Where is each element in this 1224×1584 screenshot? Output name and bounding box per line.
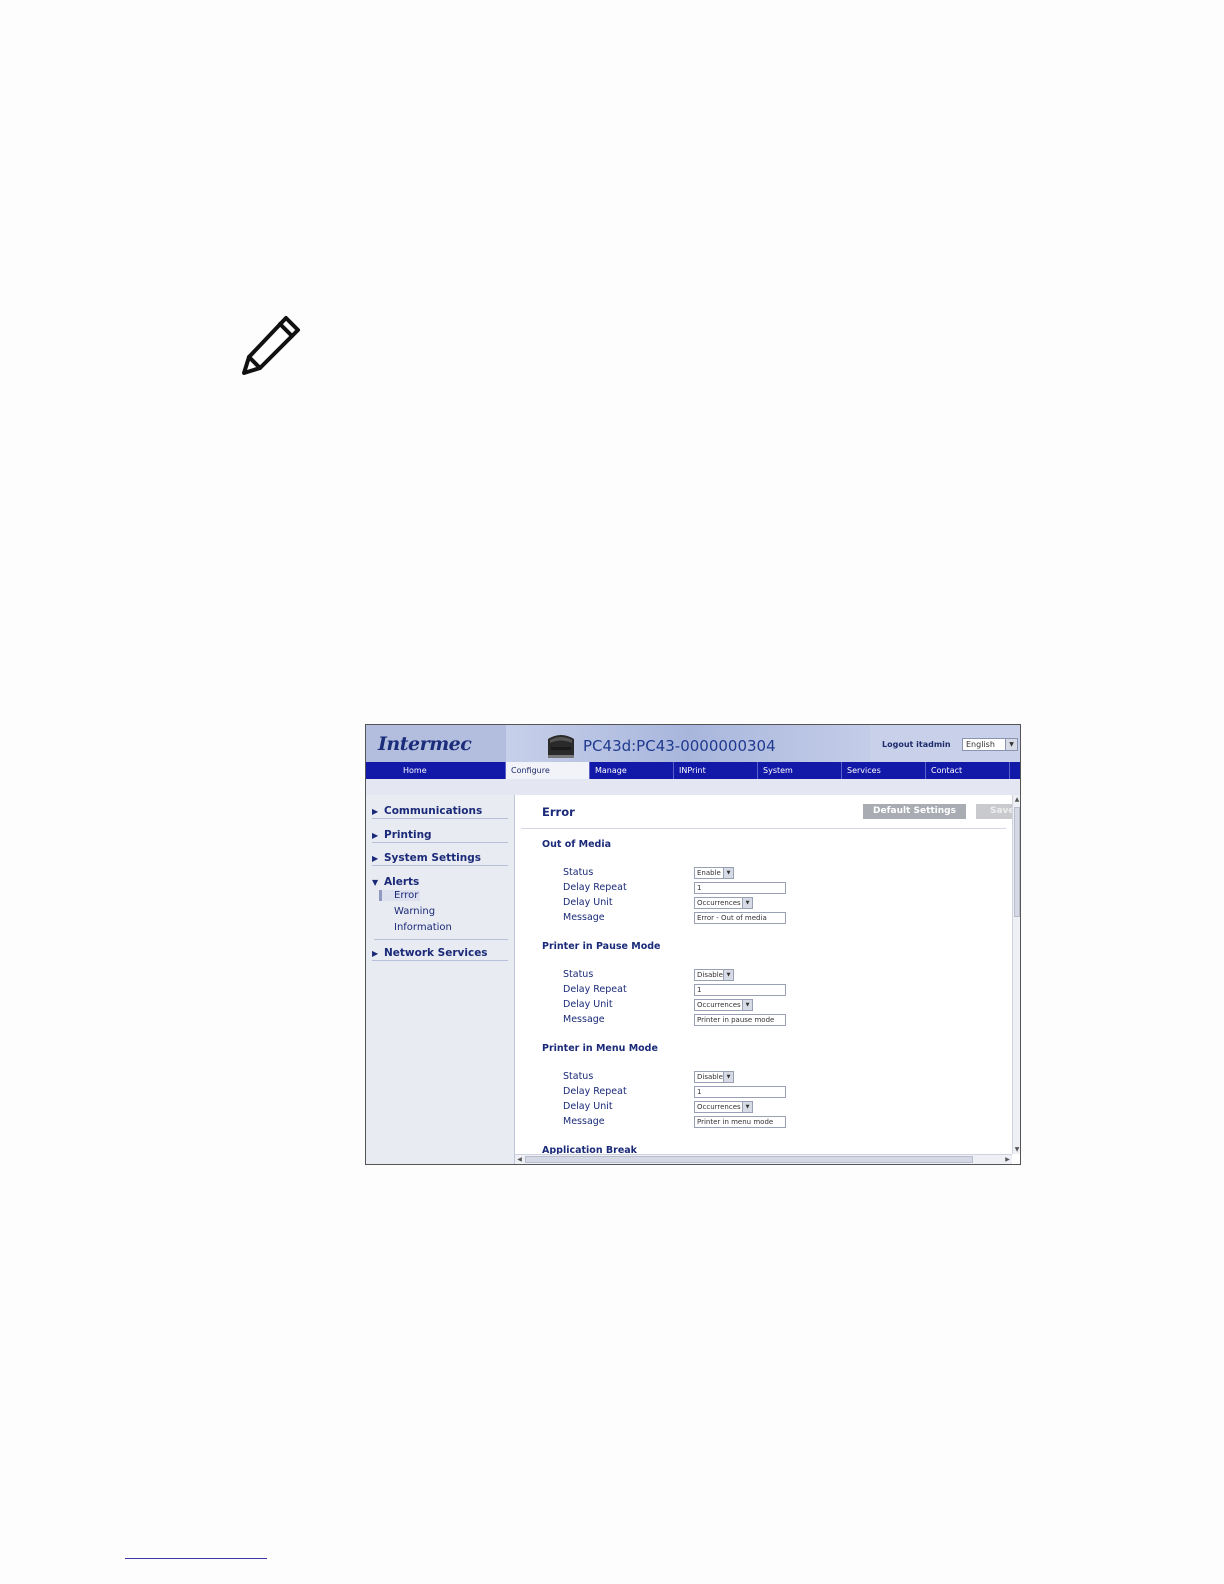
chevron-down-icon: ▼ [742, 898, 752, 908]
triangle-right-icon: ▶ [372, 949, 379, 958]
message-label: Message [563, 1116, 605, 1127]
tab-home[interactable]: Home [366, 762, 506, 779]
delay-repeat-input[interactable]: 1 [694, 1086, 786, 1098]
logout-link[interactable]: Logout itadmin [882, 740, 951, 749]
section-title-out-of-media: Out of Media [542, 839, 612, 850]
tab-system-information[interactable]: System Information [758, 762, 842, 792]
status-label: Status [563, 969, 594, 980]
delay-unit-select[interactable]: Occurrences ▼ [694, 999, 753, 1011]
scroll-right-icon[interactable]: ▶ [1003, 1155, 1012, 1164]
pencil-note-icon [242, 316, 300, 375]
chevron-down-icon: ▼ [723, 868, 733, 878]
message-input[interactable]: Error - Out of media [694, 912, 786, 924]
chevron-down-icon: ▼ [723, 970, 733, 980]
sub-bar [366, 779, 1020, 796]
delay-unit-select[interactable]: Occurrences ▼ [694, 1101, 753, 1113]
tab-manage[interactable]: Manage [590, 762, 674, 779]
tab-inprint[interactable]: INPrint [674, 762, 758, 779]
triangle-right-icon: ▶ [372, 807, 379, 816]
chevron-down-icon: ▼ [723, 1072, 733, 1082]
delay-repeat-label: Delay Repeat [563, 882, 627, 893]
sidebar-subitem-information[interactable]: Information [394, 922, 452, 933]
device-name: PC43d:PC43-0000000304 [583, 737, 776, 755]
message-input[interactable]: Printer in menu mode [694, 1116, 786, 1128]
sidebar-item-system-settings[interactable]: ▶ System Settings [372, 852, 508, 866]
message-label: Message [563, 912, 605, 923]
title-divider [521, 828, 1006, 829]
delay-unit-label: Delay Unit [563, 1101, 613, 1112]
sidebar: ▶ Communications ▶ Printing ▶ System Settin… [366, 795, 515, 1164]
status-label: Status [563, 867, 594, 878]
delay-repeat-input[interactable]: 1 [694, 984, 786, 996]
delay-unit-label: Delay Unit [563, 897, 613, 908]
main-content: Error Default Settings Save Out of Media… [515, 795, 1012, 1154]
status-select[interactable]: Enable ▼ [694, 867, 734, 879]
section-title-application-break: Application Break [542, 1145, 637, 1154]
scroll-thumb[interactable] [525, 1156, 973, 1163]
chevron-down-icon: ▼ [1005, 739, 1017, 750]
printer-icon [548, 735, 574, 758]
message-input[interactable]: Printer in pause mode [694, 1014, 786, 1026]
scroll-down-icon[interactable]: ▼ [1013, 1145, 1020, 1154]
delay-repeat-input[interactable]: 1 [694, 882, 786, 894]
save-button[interactable]: Save [976, 804, 1012, 819]
sidebar-item-alerts[interactable]: ▼ Alerts [372, 876, 508, 889]
triangle-right-icon: ▶ [372, 854, 379, 863]
header-bar: Intermec PC43d:PC43-0000000304 Logout it… [366, 725, 1020, 762]
section-title-pause-mode: Printer in Pause Mode [542, 941, 661, 952]
scroll-up-icon[interactable]: ▲ [1013, 795, 1020, 804]
delay-repeat-label: Delay Repeat [563, 1086, 627, 1097]
page-title: Error [542, 805, 575, 819]
sidebar-subitem-error[interactable]: Error [379, 890, 421, 901]
vertical-scrollbar[interactable]: ▲ ▼ [1012, 795, 1020, 1154]
triangle-right-icon: ▶ [372, 831, 379, 840]
tab-contact[interactable]: Contact [926, 762, 1010, 779]
triangle-down-icon: ▼ [372, 878, 379, 887]
footer-rule [125, 1558, 267, 1559]
intermec-logo: Intermec [378, 733, 472, 755]
horizontal-scrollbar[interactable]: ◀ ▶ [515, 1154, 1012, 1164]
status-label: Status [563, 1071, 594, 1082]
chevron-down-icon: ▼ [742, 1000, 752, 1010]
scroll-thumb[interactable] [1014, 807, 1020, 917]
status-select[interactable]: Disable ▼ [694, 969, 734, 981]
language-select[interactable]: English ▼ [962, 738, 1018, 751]
language-value: English [966, 740, 995, 749]
delay-repeat-label: Delay Repeat [563, 984, 627, 995]
sidebar-item-communications[interactable]: ▶ Communications [372, 805, 508, 819]
delay-unit-label: Delay Unit [563, 999, 613, 1010]
tab-services[interactable]: Services [842, 762, 926, 779]
sidebar-item-network-services[interactable]: ▶ Network Services [372, 947, 508, 961]
status-select[interactable]: Disable ▼ [694, 1071, 734, 1083]
default-settings-button[interactable]: Default Settings [863, 804, 966, 819]
section-title-menu-mode: Printer in Menu Mode [542, 1043, 658, 1054]
sidebar-divider [374, 939, 508, 940]
browser-screenshot: Intermec PC43d:PC43-0000000304 Logout it… [365, 724, 1021, 1165]
sidebar-item-printing[interactable]: ▶ Printing [372, 829, 508, 843]
scroll-left-icon[interactable]: ◀ [515, 1155, 524, 1164]
sidebar-subitem-warning[interactable]: Warning [394, 906, 435, 917]
tab-configure[interactable]: Configure [506, 762, 590, 779]
delay-unit-select[interactable]: Occurrences ▼ [694, 897, 753, 909]
chevron-down-icon: ▼ [742, 1102, 752, 1112]
main-nav: Home Configure Manage INPrint System Inf… [366, 762, 1020, 792]
message-label: Message [563, 1014, 605, 1025]
